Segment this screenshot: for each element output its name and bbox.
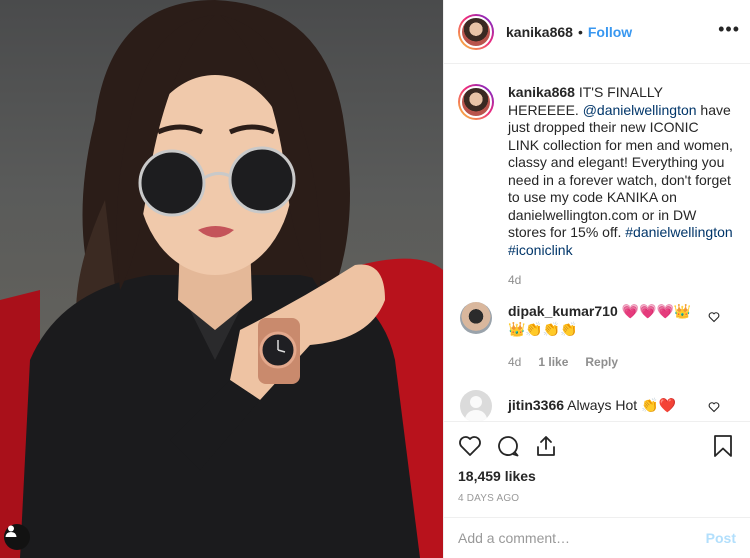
bookmark-save-icon[interactable] [712,434,734,458]
like-comment-heart-icon[interactable] [708,310,720,328]
commenter-avatar-placeholder[interactable] [460,389,492,421]
comment-bubble-icon[interactable] [496,434,520,458]
post-details-panel: kanika868 • Follow ••• kanika868 IT'S FI… [443,0,750,558]
share-icon[interactable] [534,434,558,458]
photo-illustration [0,0,443,558]
likes-count[interactable]: 18,459 likes [458,468,736,484]
author-avatar[interactable] [458,13,494,50]
caption-author-avatar[interactable] [458,84,494,120]
post-comment-button[interactable]: Post [706,530,736,546]
comment-body: dipak_kumar710 💗💗💗👑 👑👏👏👏 4d 1 like Reply [508,302,708,371]
caption-username[interactable]: kanika868 [508,84,575,100]
commenter-avatar[interactable] [460,301,492,334]
reply-button[interactable]: Reply [585,353,618,371]
add-comment-bar: Post [444,517,750,558]
comments-section[interactable]: kanika868 IT'S FINALLY HEREEEE. @danielw… [444,65,750,421]
person-icon [5,525,17,537]
hashtag-danielwellington[interactable]: #danielwellington [625,224,732,240]
post-date[interactable]: 4 DAYS AGO [458,493,736,504]
caption: kanika868 IT'S FINALLY HEREEEE. @danielw… [444,65,750,290]
follow-button[interactable]: Follow [588,24,632,40]
header-separator: • [577,23,583,40]
default-avatar-icon [464,395,488,421]
comment-item: dipak_kumar710 💗💗💗👑 👑👏👏👏 4d 1 like Reply [444,301,750,371]
post-header: kanika868 • Follow ••• [444,0,750,64]
comment-text: Always Hot 👏❤️ [564,396,676,413]
action-icons [458,432,736,460]
comment-body: jitin3366 Always Hot 👏❤️ [508,390,708,422]
comment-likes-count[interactable]: 1 like [538,353,568,371]
comment-input[interactable] [458,530,706,546]
hashtag-iconiclink[interactable]: #iconiclink [508,242,573,258]
comment-username[interactable]: dipak_kumar710 [508,303,618,319]
caption-mention-link[interactable]: @danielwellington [583,102,697,118]
like-heart-icon[interactable] [458,434,482,458]
caption-text-end: have just dropped their new ICONIC LINK … [508,101,733,241]
like-comment-heart-icon[interactable] [708,400,720,418]
tagged-users-button[interactable] [4,524,30,550]
caption-body: kanika868 IT'S FINALLY HEREEEE. @danielw… [508,84,733,290]
comment-item: jitin3366 Always Hot 👏❤️ [444,389,750,422]
more-options-icon[interactable]: ••• [718,20,740,38]
comment-username[interactable]: jitin3366 [508,397,564,413]
comment-timestamp[interactable]: 4d [508,353,521,371]
post-photo[interactable] [0,0,443,558]
author-username[interactable]: kanika868 [506,24,573,40]
post-actions: 18,459 likes 4 DAYS AGO [444,421,750,504]
caption-timestamp[interactable]: 4d [508,272,521,290]
